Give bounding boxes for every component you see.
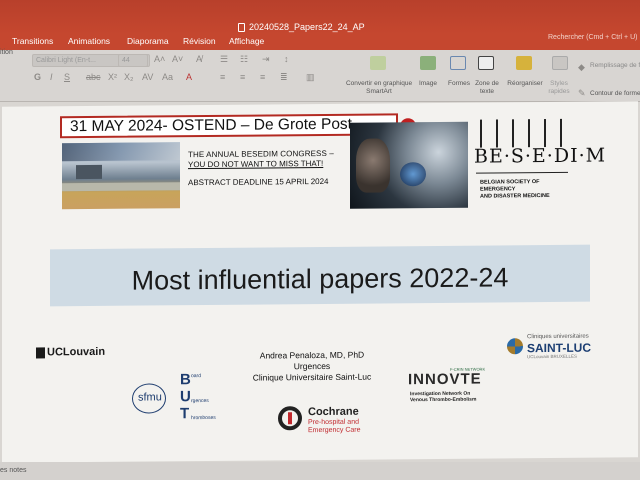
columns-icon[interactable]: ▥ — [306, 72, 315, 83]
textbox-icon[interactable] — [478, 56, 494, 70]
fill-label[interactable]: Remplissage de forme — [590, 62, 640, 70]
besedim-name: BE·S·E·DI·M — [474, 144, 607, 168]
bold-icon[interactable]: G — [34, 72, 41, 82]
quick-styles-label[interactable]: Styles rapides — [544, 80, 574, 96]
innovte-logo: INNOVTE F-CRIN NETWORK Investigation Net… — [408, 366, 486, 404]
case-icon[interactable]: Aa — [162, 72, 173, 82]
italic-icon[interactable]: I — [50, 72, 53, 82]
numbering-icon[interactable]: ☷ — [240, 54, 248, 65]
document-title: 20240528_Papers22_24_AP — [238, 22, 365, 32]
ribbon-tabs: Transitions Animations Diaporama Révisio… — [0, 34, 640, 50]
ai-robot-image — [350, 121, 468, 209]
abstract-deadline: ABSTRACT DEADLINE 15 APRIL 2024 — [188, 176, 329, 188]
textbox-label[interactable]: Zone de texte — [472, 80, 502, 96]
notes-button[interactable]: es notes — [0, 467, 26, 474]
congress-line-1: THE ANNUAL BESEDIM CONGRESS – — [188, 148, 334, 160]
align-right-icon[interactable]: ≡ — [260, 72, 265, 82]
superscript-icon[interactable]: X² — [108, 72, 117, 82]
ostend-beach-photo — [62, 142, 180, 210]
indent-icon[interactable]: ⇥ — [262, 54, 270, 65]
author-institution: Clinique Universitaire Saint-Luc — [252, 371, 372, 383]
cochrane-logo: Cochrane Pre-hospital and Emergency Care — [278, 403, 398, 436]
search-hint[interactable]: Rechercher (Cmd + Ctrl + U) — [548, 34, 637, 41]
title-bar: 20240528_Papers22_24_AP — [0, 0, 640, 34]
arrange-label[interactable]: Réorganiser — [504, 80, 546, 88]
ribbon-group-label: ition — [0, 49, 13, 56]
uclouvain-logo: UCLouvain — [36, 346, 105, 359]
slide-canvas[interactable]: 31 MAY 2024- OSTEND – De Grote Post THE … — [2, 101, 638, 463]
slide-title[interactable]: Most influential papers 2022-24 — [2, 261, 638, 298]
align-left-icon[interactable]: ≡ — [220, 72, 225, 82]
tab-animations[interactable]: Animations — [68, 36, 110, 46]
besedim-logo: BE·S·E·DI·M BELGIAN SOCIETY OF EMERGENCY… — [472, 118, 606, 208]
tab-affichage[interactable]: Affichage — [229, 36, 264, 46]
char-spacing-icon[interactable]: AV — [142, 72, 153, 82]
arrange-icon[interactable] — [516, 56, 532, 70]
shapes-icon[interactable] — [450, 56, 466, 70]
date-banner: 31 MAY 2024- OSTEND – De Grote Post — [60, 113, 398, 139]
underline-icon[interactable]: S — [64, 72, 70, 82]
bullets-icon[interactable]: ☰ — [220, 54, 228, 65]
tab-revision[interactable]: Révision — [183, 36, 216, 46]
document-filename: 20240528_Papers22_24_AP — [249, 22, 365, 32]
fill-icon[interactable]: ◆ — [578, 62, 585, 73]
document-icon — [238, 22, 245, 32]
shrink-font-icon[interactable]: A˅ — [172, 54, 183, 64]
smartart-label[interactable]: Convertir en graphique SmartArt — [344, 80, 414, 96]
font-size-select[interactable]: 44 — [118, 54, 148, 67]
ribbon-toolbar: ition Calibri Light (En-t... 44 A˄ A˅ A̸… — [0, 49, 640, 102]
shapes-label[interactable]: Formes — [444, 80, 474, 88]
strikethrough-icon[interactable]: abc — [86, 72, 101, 82]
congress-line-2: YOU DO NOT WANT TO MISS THAT! — [188, 158, 324, 170]
subscript-icon[interactable]: X₂ — [124, 72, 134, 82]
congress-banner: 31 MAY 2024- OSTEND – De Grote Post THE … — [60, 109, 606, 213]
quick-styles-icon[interactable] — [552, 56, 568, 70]
tab-transitions[interactable]: Transitions — [12, 36, 53, 46]
besedim-subtitle: BELGIAN SOCIETY OF EMERGENCY AND DISASTER… — [480, 179, 550, 200]
saint-luc-logo: Cliniques universitaires SAINT-LUC UCLou… — [507, 333, 607, 360]
image-label[interactable]: Image — [414, 80, 442, 88]
status-bar — [0, 462, 640, 480]
font-color-icon[interactable]: A — [186, 72, 192, 82]
smartart-icon[interactable] — [370, 56, 386, 70]
author-block[interactable]: Andrea Penaloza, MD, PhD Urgences Cliniq… — [212, 349, 412, 384]
justify-icon[interactable]: ≣ — [280, 72, 288, 83]
clear-format-icon[interactable]: A̸ — [196, 54, 202, 64]
align-center-icon[interactable]: ≡ — [240, 72, 245, 82]
outline-label[interactable]: Contour de forme — [590, 90, 640, 98]
image-icon[interactable] — [420, 56, 436, 70]
outline-icon[interactable]: ✎ — [578, 88, 586, 99]
tab-diaporama[interactable]: Diaporama — [127, 36, 169, 46]
congress-text: THE ANNUAL BESEDIM CONGRESS – YOU DO NOT… — [188, 149, 350, 187]
powerpoint-window: 20240528_Papers22_24_AP Transitions Anim… — [0, 0, 640, 480]
grow-font-icon[interactable]: A˄ — [154, 54, 165, 64]
sfmu-but-logo: sfmu B oard U rgences T hromboses — [130, 371, 230, 428]
line-spacing-icon[interactable]: ↕ — [284, 54, 289, 64]
